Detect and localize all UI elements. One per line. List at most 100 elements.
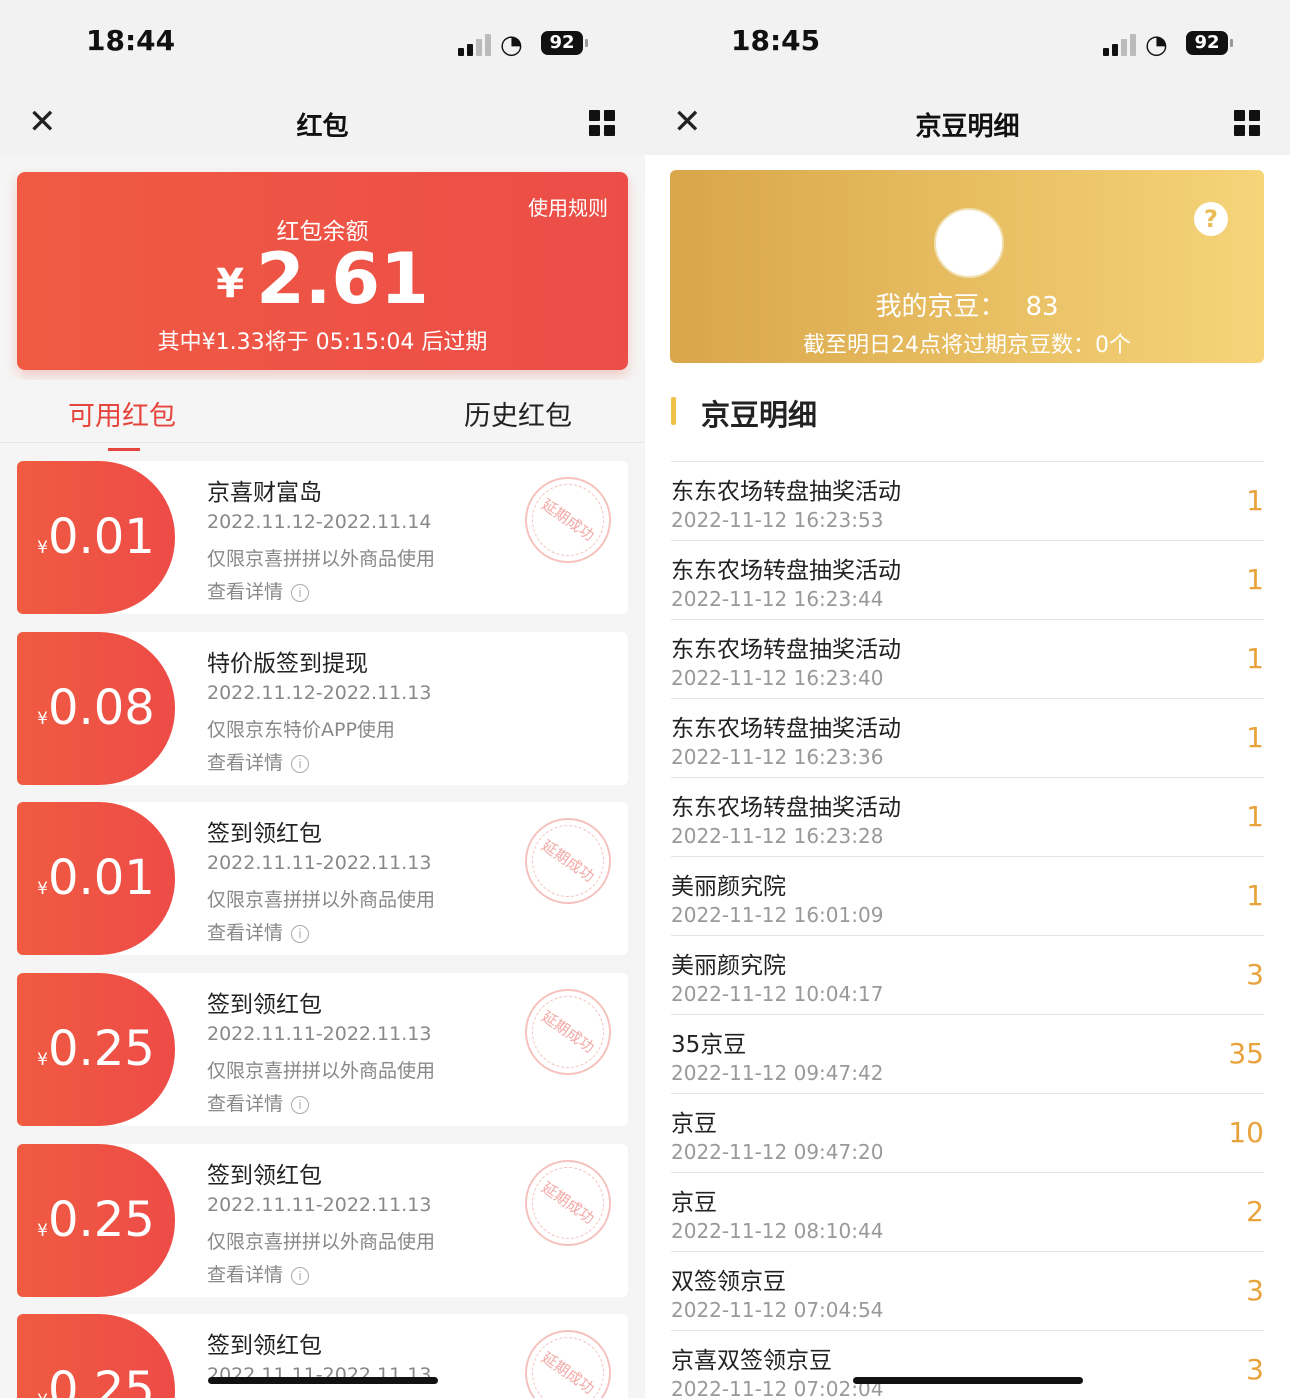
record-name: 东东农场转盘抽奖活动 bbox=[671, 558, 901, 584]
status-bar: 18:45 ◔ 92 bbox=[645, 0, 1290, 90]
coupon-amount: 0.25 bbox=[47, 1192, 155, 1248]
coupon-detail-link[interactable]: 查看详情 i bbox=[207, 1089, 310, 1116]
extended-stamp: 延期成功 bbox=[508, 802, 628, 921]
record-name: 京豆 bbox=[671, 1111, 717, 1137]
tab-available[interactable]: 可用红包 bbox=[68, 394, 176, 451]
record-time: 2022-11-12 10:04:17 bbox=[671, 982, 884, 1006]
coupon-detail-label: 查看详情 bbox=[207, 1093, 284, 1115]
record-time: 2022-11-12 16:23:53 bbox=[671, 508, 884, 532]
section-accent-bar bbox=[671, 397, 676, 425]
page-title: 红包 bbox=[296, 112, 349, 142]
balance-amount: ¥2.61 bbox=[17, 238, 628, 320]
balance-value: 2.61 bbox=[256, 238, 429, 320]
record-time: 2022-11-12 08:10:44 bbox=[671, 1219, 884, 1243]
coupon-currency: ¥ bbox=[37, 879, 48, 899]
record-time: 2022-11-12 09:47:42 bbox=[671, 1061, 884, 1085]
coupon-detail-label: 查看详情 bbox=[207, 922, 284, 944]
coupon-name: 签到领红包 bbox=[207, 1333, 322, 1359]
tab-bar: 可用红包 历史红包 bbox=[0, 380, 645, 451]
bean-record-row: 美丽颜究院 2022-11-12 16:01:09 1 bbox=[671, 856, 1264, 936]
jingdou-detail-screen: 18:45 ◔ 92 ✕ 京豆明细 ☺ ? 我的京豆： 83 截至明日24点将过期… bbox=[645, 0, 1290, 1398]
coupon-card[interactable]: ¥0.25 签到领红包 2022.11.11-2022.11.13 仅限京喜拼拼… bbox=[17, 973, 628, 1126]
coupon-card[interactable]: ¥0.08 特价版签到提现 2022.11.12-2022.11.13 仅限京东… bbox=[17, 632, 628, 785]
my-bean-count: 我的京豆： 83 bbox=[670, 286, 1264, 323]
coupon-amount: 0.25 bbox=[47, 1362, 155, 1398]
coupon-card[interactable]: ¥0.25 签到领红包 2022.11.11-2022.11.13 仅限京喜拼拼… bbox=[17, 1144, 628, 1297]
coupon-date: 2022.11.12-2022.11.14 bbox=[207, 511, 432, 533]
coupon-amount-badge: ¥0.01 bbox=[17, 461, 175, 614]
nav-bar: ✕ 红包 bbox=[0, 90, 645, 155]
coupon-date: 2022.11.11-2022.11.13 bbox=[207, 1194, 432, 1216]
coupon-card[interactable]: ¥0.25 签到领红包 2022.11.11-2022.11.13 延期成功 bbox=[17, 1314, 628, 1398]
coupon-detail-link[interactable]: 查看详情 i bbox=[207, 918, 310, 945]
bean-record-row: 东东农场转盘抽奖活动 2022-11-12 16:23:44 1 bbox=[671, 540, 1264, 620]
bean-record-row: 双签领京豆 2022-11-12 07:04:54 3 bbox=[671, 1251, 1264, 1331]
coupon-detail-label: 查看详情 bbox=[207, 581, 284, 603]
home-indicator[interactable] bbox=[853, 1377, 1083, 1384]
record-name: 35京豆 bbox=[671, 1032, 747, 1058]
extended-stamp: 延期成功 bbox=[508, 1144, 628, 1263]
record-value: 3 bbox=[1246, 1353, 1264, 1386]
bean-record-row: 东东农场转盘抽奖活动 2022-11-12 16:23:40 1 bbox=[671, 619, 1264, 699]
red-packet-screen: 18:44 ◔ 92 ✕ 红包 使用规则 红包余额 ¥2.61 其中¥1.33将… bbox=[0, 0, 645, 1398]
bean-expire-text: 截至明日24点将过期京豆数：0个 bbox=[803, 333, 1131, 358]
extended-stamp: 延期成功 bbox=[508, 973, 628, 1092]
record-value: 1 bbox=[1246, 484, 1264, 517]
record-value: 1 bbox=[1246, 563, 1264, 596]
bean-record-row: 35京豆 2022-11-12 09:47:42 35 bbox=[671, 1014, 1264, 1094]
wifi-icon: ◔ bbox=[500, 30, 523, 60]
coupon-currency: ¥ bbox=[37, 709, 48, 729]
coupon-name: 签到领红包 bbox=[207, 821, 322, 847]
status-time: 18:44 bbox=[86, 24, 176, 57]
cellular-signal-icon bbox=[458, 34, 492, 56]
bean-record-row: 东东农场转盘抽奖活动 2022-11-12 16:23:36 1 bbox=[671, 698, 1264, 778]
extended-stamp: 延期成功 bbox=[508, 461, 628, 580]
coupon-amount: 0.08 bbox=[47, 680, 155, 736]
coupon-date: 2022.11.12-2022.11.13 bbox=[207, 682, 432, 704]
record-name: 东东农场转盘抽奖活动 bbox=[671, 716, 901, 742]
coupon-detail-label: 查看详情 bbox=[207, 752, 284, 774]
coupon-amount: 0.25 bbox=[47, 1021, 155, 1077]
bean-record-row: 东东农场转盘抽奖活动 2022-11-12 16:23:28 1 bbox=[671, 777, 1264, 857]
section-title: 京豆明细 bbox=[701, 398, 818, 432]
coupon-currency: ¥ bbox=[37, 1391, 48, 1398]
grid-menu-icon[interactable] bbox=[1234, 110, 1260, 136]
coupon-name: 签到领红包 bbox=[207, 992, 322, 1018]
info-icon: i bbox=[291, 584, 310, 602]
coupon-limit: 仅限京喜拼拼以外商品使用 bbox=[207, 1060, 436, 1082]
coupon-amount-badge: ¥0.08 bbox=[17, 632, 175, 785]
record-time: 2022-11-12 16:23:36 bbox=[671, 745, 884, 769]
help-icon[interactable]: ? bbox=[1194, 202, 1228, 236]
record-name: 京喜双签领京豆 bbox=[671, 1348, 832, 1374]
coupon-name: 签到领红包 bbox=[207, 1163, 322, 1189]
record-name: 双签领京豆 bbox=[671, 1269, 786, 1295]
record-value: 1 bbox=[1246, 721, 1264, 754]
coupon-detail-link[interactable]: 查看详情 i bbox=[207, 1260, 310, 1287]
bean-record-row: 东东农场转盘抽奖活动 2022-11-12 16:23:53 1 bbox=[671, 461, 1264, 541]
coupon-card[interactable]: ¥0.01 签到领红包 2022.11.11-2022.11.13 仅限京喜拼拼… bbox=[17, 802, 628, 955]
coupon-card[interactable]: ¥0.01 京喜财富岛 2022.11.12-2022.11.14 仅限京喜拼拼… bbox=[17, 461, 628, 614]
coupon-detail-link[interactable]: 查看详情 i bbox=[207, 748, 310, 775]
coupon-date: 2022.11.11-2022.11.13 bbox=[207, 852, 432, 874]
bean-record-row: 京豆 2022-11-12 08:10:44 2 bbox=[671, 1172, 1264, 1252]
my-bean-value: 83 bbox=[1025, 292, 1059, 322]
coupon-amount-badge: ¥0.01 bbox=[17, 802, 175, 955]
record-time: 2022-11-12 16:23:28 bbox=[671, 824, 884, 848]
grid-menu-icon[interactable] bbox=[589, 110, 615, 136]
home-indicator[interactable] bbox=[208, 1377, 438, 1384]
tab-history[interactable]: 历史红包 bbox=[464, 394, 572, 433]
status-time: 18:45 bbox=[731, 24, 821, 57]
page-title: 京豆明细 bbox=[915, 112, 1020, 142]
currency-symbol: ¥ bbox=[216, 261, 245, 307]
coupon-limit: 仅限京东特价APP使用 bbox=[207, 719, 395, 741]
coupon-amount-badge: ¥0.25 bbox=[17, 1144, 175, 1297]
coupon-detail-link[interactable]: 查看详情 i bbox=[207, 577, 310, 604]
record-name: 美丽颜究院 bbox=[671, 874, 786, 900]
record-time: 2022-11-12 09:47:20 bbox=[671, 1140, 884, 1164]
coupon-amount: 0.01 bbox=[47, 509, 155, 565]
coupon-amount-badge: ¥0.25 bbox=[17, 1314, 175, 1398]
info-icon: i bbox=[291, 925, 310, 943]
record-time: 2022-11-12 07:04:54 bbox=[671, 1298, 884, 1322]
coupon-currency: ¥ bbox=[37, 538, 48, 558]
record-name: 美丽颜究院 bbox=[671, 953, 786, 979]
